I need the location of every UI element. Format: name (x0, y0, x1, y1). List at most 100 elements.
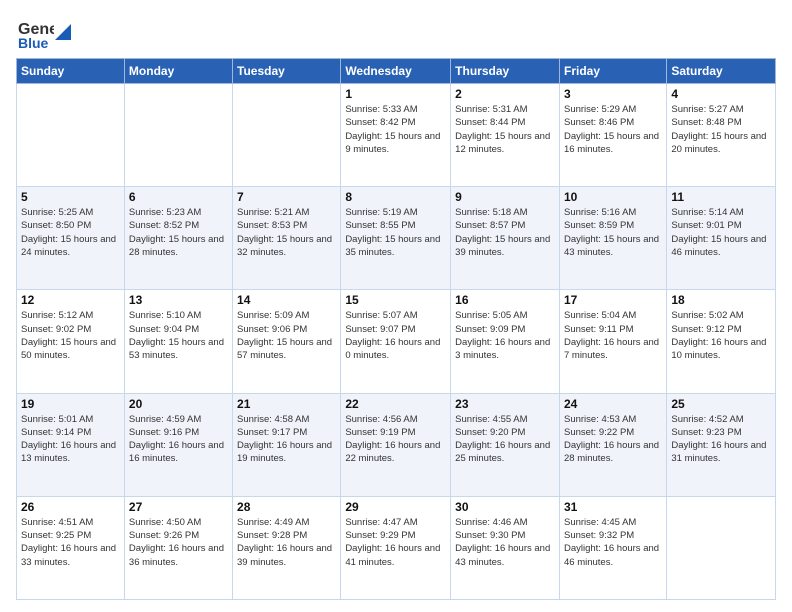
day-number: 25 (671, 397, 771, 411)
day-info: Sunrise: 4:50 AMSunset: 9:26 PMDaylight:… (129, 516, 228, 569)
day-number: 4 (671, 87, 771, 101)
day-number: 29 (345, 500, 446, 514)
table-row: 28 Sunrise: 4:49 AMSunset: 9:28 PMDayligh… (233, 496, 341, 599)
col-friday: Friday (559, 59, 666, 84)
page: General Blue (0, 0, 792, 612)
table-row: 22 Sunrise: 4:56 AMSunset: 9:19 PMDayligh… (341, 393, 451, 496)
table-row: 20Sunrise: 4:59 AMSunset: 9:16 PMDayligh… (124, 393, 232, 496)
day-info: Sunrise: 5:07 AMSunset: 9:07 PMDaylight:… (345, 309, 446, 362)
day-number: 12 (21, 293, 120, 307)
table-row: 4 Sunrise: 5:27 AMSunset: 8:48 PMDaylight… (667, 84, 776, 187)
day-number: 11 (671, 190, 771, 204)
table-row: 5Sunrise: 5:25 AMSunset: 8:50 PMDaylight… (17, 187, 125, 290)
table-row: 13Sunrise: 5:10 AMSunset: 9:04 PMDayligh… (124, 290, 232, 393)
day-info: Sunrise: 5:16 AMSunset: 8:59 PMDaylight:… (564, 206, 662, 259)
day-number: 7 (237, 190, 336, 204)
day-info: Sunrise: 5:04 AMSunset: 9:11 PMDaylight:… (564, 309, 662, 362)
header: General Blue (16, 12, 776, 50)
day-number: 14 (237, 293, 336, 307)
day-info: Sunrise: 4:53 AMSunset: 9:22 PMDaylight:… (564, 413, 662, 466)
col-monday: Monday (124, 59, 232, 84)
day-number: 19 (21, 397, 120, 411)
calendar-week-row: 1 Sunrise: 5:33 AMSunset: 8:42 PMDaylight… (17, 84, 776, 187)
table-row: 26Sunrise: 4:51 AMSunset: 9:25 PMDayligh… (17, 496, 125, 599)
table-row: 23 Sunrise: 4:55 AMSunset: 9:20 PMDayligh… (451, 393, 560, 496)
table-row: 11 Sunrise: 5:14 AMSunset: 9:01 PMDayligh… (667, 187, 776, 290)
day-number: 22 (345, 397, 446, 411)
col-saturday: Saturday (667, 59, 776, 84)
day-info: Sunrise: 5:29 AMSunset: 8:46 PMDaylight:… (564, 103, 662, 156)
table-row: 14 Sunrise: 5:09 AMSunset: 9:06 PMDayligh… (233, 290, 341, 393)
day-number: 8 (345, 190, 446, 204)
table-row: 18 Sunrise: 5:02 AMSunset: 9:12 PMDayligh… (667, 290, 776, 393)
table-row: 16Sunrise: 5:05 AMSunset: 9:09 PMDayligh… (451, 290, 560, 393)
table-row: 12 Sunrise: 5:12 AMSunset: 9:02 PMDayligh… (17, 290, 125, 393)
day-number: 2 (455, 87, 555, 101)
day-info: Sunrise: 5:12 AMSunset: 9:02 PMDaylight:… (21, 309, 120, 362)
day-info: Sunrise: 5:02 AMSunset: 9:12 PMDaylight:… (671, 309, 771, 362)
day-info: Sunrise: 4:58 AMSunset: 9:17 PMDaylight:… (237, 413, 336, 466)
day-info: Sunrise: 4:47 AMSunset: 9:29 PMDaylight:… (345, 516, 446, 569)
day-number: 17 (564, 293, 662, 307)
day-number: 26 (21, 500, 120, 514)
table-row: 25 Sunrise: 4:52 AMSunset: 9:23 PMDayligh… (667, 393, 776, 496)
day-number: 20 (129, 397, 228, 411)
day-info: Sunrise: 4:52 AMSunset: 9:23 PMDaylight:… (671, 413, 771, 466)
table-row (124, 84, 232, 187)
table-row: 27 Sunrise: 4:50 AMSunset: 9:26 PMDayligh… (124, 496, 232, 599)
table-row: 3 Sunrise: 5:29 AMSunset: 8:46 PMDaylight… (559, 84, 666, 187)
day-info: Sunrise: 5:09 AMSunset: 9:06 PMDaylight:… (237, 309, 336, 362)
day-number: 6 (129, 190, 228, 204)
day-info: Sunrise: 5:14 AMSunset: 9:01 PMDaylight:… (671, 206, 771, 259)
day-info: Sunrise: 5:27 AMSunset: 8:48 PMDaylight:… (671, 103, 771, 156)
day-number: 15 (345, 293, 446, 307)
col-sunday: Sunday (17, 59, 125, 84)
calendar: Sunday Monday Tuesday Wednesday Thursday… (16, 58, 776, 600)
day-number: 30 (455, 500, 555, 514)
day-number: 10 (564, 190, 662, 204)
table-row: 2 Sunrise: 5:31 AMSunset: 8:44 PMDaylight… (451, 84, 560, 187)
day-info: Sunrise: 5:10 AMSunset: 9:04 PMDaylight:… (129, 309, 228, 362)
day-info: Sunrise: 4:56 AMSunset: 9:19 PMDaylight:… (345, 413, 446, 466)
day-number: 16 (455, 293, 555, 307)
day-info: Sunrise: 4:45 AMSunset: 9:32 PMDaylight:… (564, 516, 662, 569)
table-row (667, 496, 776, 599)
table-row: 7 Sunrise: 5:21 AMSunset: 8:53 PMDaylight… (233, 187, 341, 290)
calendar-week-row: 19 Sunrise: 5:01 AMSunset: 9:14 PMDayligh… (17, 393, 776, 496)
logo-icon: General Blue (16, 12, 54, 50)
table-row (233, 84, 341, 187)
table-row (17, 84, 125, 187)
table-row: 24 Sunrise: 4:53 AMSunset: 9:22 PMDayligh… (559, 393, 666, 496)
day-number: 23 (455, 397, 555, 411)
day-info: Sunrise: 4:55 AMSunset: 9:20 PMDaylight:… (455, 413, 555, 466)
calendar-week-row: 5Sunrise: 5:25 AMSunset: 8:50 PMDaylight… (17, 187, 776, 290)
calendar-week-row: 12 Sunrise: 5:12 AMSunset: 9:02 PMDayligh… (17, 290, 776, 393)
day-number: 3 (564, 87, 662, 101)
weekday-header-row: Sunday Monday Tuesday Wednesday Thursday… (17, 59, 776, 84)
day-info: Sunrise: 4:49 AMSunset: 9:28 PMDaylight:… (237, 516, 336, 569)
day-number: 27 (129, 500, 228, 514)
day-info: Sunrise: 5:23 AMSunset: 8:52 PMDaylight:… (129, 206, 228, 259)
calendar-week-row: 26Sunrise: 4:51 AMSunset: 9:25 PMDayligh… (17, 496, 776, 599)
logo-triangle-icon (55, 24, 71, 40)
table-row: 29 Sunrise: 4:47 AMSunset: 9:29 PMDayligh… (341, 496, 451, 599)
day-info: Sunrise: 5:19 AMSunset: 8:55 PMDaylight:… (345, 206, 446, 259)
day-number: 24 (564, 397, 662, 411)
day-number: 21 (237, 397, 336, 411)
day-number: 9 (455, 190, 555, 204)
day-info: Sunrise: 5:01 AMSunset: 9:14 PMDaylight:… (21, 413, 120, 466)
day-number: 1 (345, 87, 446, 101)
table-row: 15 Sunrise: 5:07 AMSunset: 9:07 PMDayligh… (341, 290, 451, 393)
day-info: Sunrise: 5:31 AMSunset: 8:44 PMDaylight:… (455, 103, 555, 156)
day-info: Sunrise: 5:33 AMSunset: 8:42 PMDaylight:… (345, 103, 446, 156)
day-number: 31 (564, 500, 662, 514)
table-row: 31 Sunrise: 4:45 AMSunset: 9:32 PMDayligh… (559, 496, 666, 599)
day-info: Sunrise: 5:18 AMSunset: 8:57 PMDaylight:… (455, 206, 555, 259)
day-number: 5 (21, 190, 120, 204)
col-tuesday: Tuesday (233, 59, 341, 84)
day-info: Sunrise: 5:21 AMSunset: 8:53 PMDaylight:… (237, 206, 336, 259)
day-number: 28 (237, 500, 336, 514)
day-number: 18 (671, 293, 771, 307)
table-row: 30Sunrise: 4:46 AMSunset: 9:30 PMDayligh… (451, 496, 560, 599)
col-thursday: Thursday (451, 59, 560, 84)
